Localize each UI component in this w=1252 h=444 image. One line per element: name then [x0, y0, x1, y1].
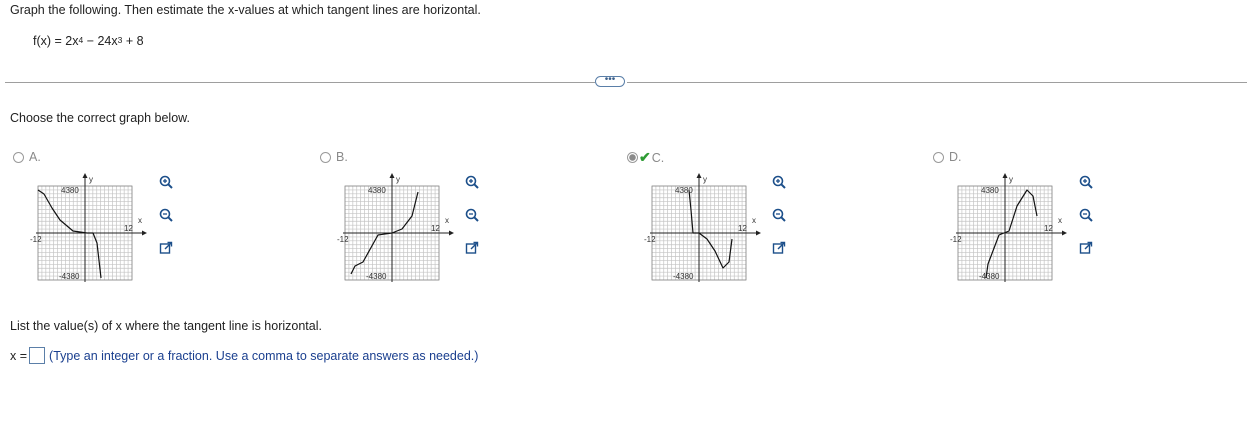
- y-min-label: -4380: [59, 272, 80, 281]
- open-external-icon[interactable]: [156, 238, 176, 258]
- divider-left: [5, 82, 595, 83]
- x-axis-label: x: [138, 216, 142, 225]
- x-axis-arrow: [142, 230, 147, 236]
- graph-tools-a: [156, 172, 176, 258]
- option-d[interactable]: D.: [933, 150, 962, 164]
- zoom-out-icon[interactable]: [156, 205, 176, 225]
- option-b-letter: B.: [336, 150, 348, 164]
- x-axis-arrow: [1062, 230, 1067, 236]
- open-external-icon[interactable]: [769, 238, 789, 258]
- y-axis-label: y: [1009, 175, 1013, 184]
- option-b[interactable]: B.: [320, 150, 348, 164]
- answer-row: x = (Type an integer or a fraction. Use …: [10, 347, 478, 364]
- x-min-label: -12: [30, 235, 42, 244]
- answer-input[interactable]: [29, 347, 46, 364]
- radio-option-d[interactable]: [933, 151, 944, 163]
- y-min-label: -4380: [979, 272, 1000, 281]
- y-axis-arrow: [82, 173, 88, 178]
- question-instruction: Graph the following. Then estimate the x…: [10, 3, 481, 17]
- choose-prompt: Choose the correct graph below.: [10, 111, 190, 125]
- zoom-in-icon[interactable]: [156, 172, 176, 192]
- zoom-out-icon[interactable]: [462, 205, 482, 225]
- option-a[interactable]: A.: [13, 150, 41, 164]
- y-axis-arrow: [696, 173, 702, 178]
- option-c-letter: C.: [651, 150, 665, 165]
- function-expression: f(x) = 2x4 − 24x3 + 8: [33, 34, 144, 48]
- graph-tools-c: [769, 172, 789, 258]
- answer-prefix: x =: [10, 348, 28, 363]
- radio-option-c[interactable]: [627, 152, 638, 163]
- function-curve: [985, 189, 1038, 279]
- option-d-letter: D.: [949, 150, 962, 164]
- x-min-label: -12: [644, 235, 656, 244]
- radio-option-a[interactable]: [13, 151, 24, 163]
- x-max-label: 12: [738, 224, 747, 233]
- x-max-label: 12: [1044, 224, 1053, 233]
- x-min-label: -12: [337, 235, 349, 244]
- open-external-icon[interactable]: [462, 238, 482, 258]
- x-axis-arrow: [449, 230, 454, 236]
- x-axis-label: x: [1058, 216, 1062, 225]
- y-max-label: 4380: [61, 186, 79, 195]
- zoom-in-icon[interactable]: [1076, 172, 1096, 192]
- list-prompt: List the value(s) of x where the tangent…: [10, 319, 322, 333]
- y-min-label: -4380: [366, 272, 387, 281]
- zoom-out-icon[interactable]: [769, 205, 789, 225]
- answer-hint: (Type an integer or a fraction. Use a co…: [49, 348, 479, 363]
- graph-svg: 4380 -4380 -12 12 x y: [337, 173, 454, 282]
- x-axis-arrow: [756, 230, 761, 236]
- open-external-icon[interactable]: [1076, 238, 1096, 258]
- graph-tools-b: [462, 172, 482, 258]
- y-axis-arrow: [1002, 173, 1008, 178]
- graph-svg: 4380 -4380 -12 12 x y: [644, 173, 761, 282]
- x-axis-label: x: [445, 216, 449, 225]
- zoom-in-icon[interactable]: [462, 172, 482, 192]
- graph-option-c[interactable]: 4380 -4380 -12 12 x y: [644, 172, 764, 282]
- graph-tools-d: [1076, 172, 1096, 258]
- x-axis-label: x: [752, 216, 756, 225]
- y-axis-label: y: [703, 175, 707, 184]
- graph-option-a[interactable]: 4380 -4380 -12 12 x y: [30, 172, 150, 282]
- expand-button[interactable]: •••: [595, 75, 625, 87]
- option-a-letter: A.: [29, 150, 41, 164]
- y-axis-arrow: [389, 173, 395, 178]
- y-min-label: -4380: [673, 272, 694, 281]
- radio-option-b[interactable]: [320, 151, 331, 163]
- y-max-label: 4380: [368, 186, 386, 195]
- y-axis-label: y: [89, 175, 93, 184]
- x-max-label: 12: [431, 224, 440, 233]
- divider-right: [627, 82, 1247, 83]
- graph-svg: 4380 -4380 -12 12 x y: [30, 173, 147, 282]
- zoom-in-icon[interactable]: [769, 172, 789, 192]
- zoom-out-icon[interactable]: [1076, 205, 1096, 225]
- y-max-label: 4380: [981, 186, 999, 195]
- x-min-label: -12: [950, 235, 962, 244]
- graph-option-d[interactable]: 4380 -4380 -12 12 x y: [950, 172, 1070, 282]
- graph-svg: 4380 -4380 -12 12 x y: [950, 173, 1067, 282]
- check-icon: ✔: [639, 149, 651, 165]
- x-max-label: 12: [124, 224, 133, 233]
- graph-option-b[interactable]: 4380 -4380 -12 12 x y: [337, 172, 457, 282]
- y-axis-label: y: [396, 175, 400, 184]
- y-max-label: 4380: [675, 186, 693, 195]
- option-c[interactable]: ✔ C.: [627, 149, 664, 166]
